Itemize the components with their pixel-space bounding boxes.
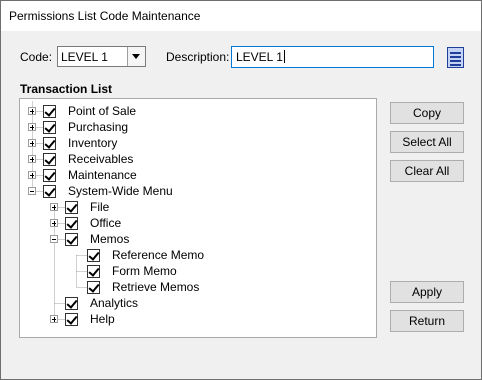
expand-icon[interactable] [28, 123, 36, 131]
tree-item-label[interactable]: Retrieve Memos [112, 280, 199, 294]
title-bar: Permissions List Code Maintenance [1, 1, 481, 31]
tree-checkbox[interactable] [43, 105, 56, 118]
expand-icon[interactable] [28, 155, 36, 163]
tree-item-label[interactable]: Point of Sale [68, 104, 136, 118]
expand-icon[interactable] [28, 139, 36, 147]
tree-checkbox[interactable] [65, 217, 78, 230]
collapse-icon[interactable] [28, 187, 36, 195]
list-menu-icon[interactable] [447, 47, 464, 68]
tree-item-label[interactable]: File [90, 200, 109, 214]
tree-item-label[interactable]: Reference Memo [112, 248, 204, 262]
transaction-list-heading: Transaction List [20, 82, 113, 96]
tree-checkbox[interactable] [43, 185, 56, 198]
tree-item-label[interactable]: Analytics [90, 296, 138, 310]
code-combobox[interactable]: LEVEL 1 [57, 46, 146, 67]
permissions-window: Permissions List Code Maintenance Code: … [0, 0, 482, 380]
select-all-button[interactable]: Select All [390, 131, 464, 153]
expand-icon[interactable] [28, 107, 36, 115]
tree-checkbox[interactable] [87, 265, 100, 278]
expand-icon[interactable] [50, 219, 58, 227]
expand-icon[interactable] [50, 203, 58, 211]
tree-item-label[interactable]: Receivables [68, 152, 133, 166]
tree-item-label[interactable]: Purchasing [68, 120, 128, 134]
tree-item-label[interactable]: Memos [90, 232, 129, 246]
expand-icon[interactable] [50, 315, 58, 323]
return-button[interactable]: Return [390, 310, 464, 332]
tree-checkbox[interactable] [65, 233, 78, 246]
description-input[interactable]: LEVEL 1 [231, 46, 434, 68]
tree-item-label[interactable]: Form Memo [112, 264, 177, 278]
code-dropdown-button[interactable] [127, 47, 145, 66]
tree-checkbox[interactable] [43, 137, 56, 150]
tree-checkbox[interactable] [87, 281, 100, 294]
text-caret [283, 50, 285, 63]
expand-icon[interactable] [28, 171, 36, 179]
code-label: Code: [20, 50, 53, 64]
transaction-tree[interactable]: Point of Sale Purchasing Inventory Receivab… [19, 98, 377, 338]
tree-checkbox[interactable] [43, 169, 56, 182]
tree-checkbox[interactable] [65, 297, 78, 310]
tree-checkbox[interactable] [43, 153, 56, 166]
clear-all-button[interactable]: Clear All [390, 160, 464, 182]
description-label: Description: [166, 50, 230, 64]
apply-button[interactable]: Apply [390, 281, 464, 303]
chevron-down-icon [132, 54, 140, 59]
tree-checkbox[interactable] [43, 121, 56, 134]
tree-item-label[interactable]: Office [90, 216, 121, 230]
window-title: Permissions List Code Maintenance [9, 9, 201, 23]
copy-button[interactable]: Copy [390, 102, 464, 124]
tree-item-label[interactable]: System-Wide Menu [68, 184, 173, 198]
tree-item-label[interactable]: Inventory [68, 136, 117, 150]
tree-checkbox[interactable] [87, 249, 100, 262]
collapse-icon[interactable] [50, 235, 58, 243]
description-value: LEVEL 1 [236, 50, 283, 64]
tree-item-label[interactable]: Help [90, 312, 115, 326]
code-value: LEVEL 1 [61, 50, 108, 64]
tree-checkbox[interactable] [65, 313, 78, 326]
tree-item-label[interactable]: Maintenance [68, 168, 137, 182]
tree-checkbox[interactable] [65, 201, 78, 214]
